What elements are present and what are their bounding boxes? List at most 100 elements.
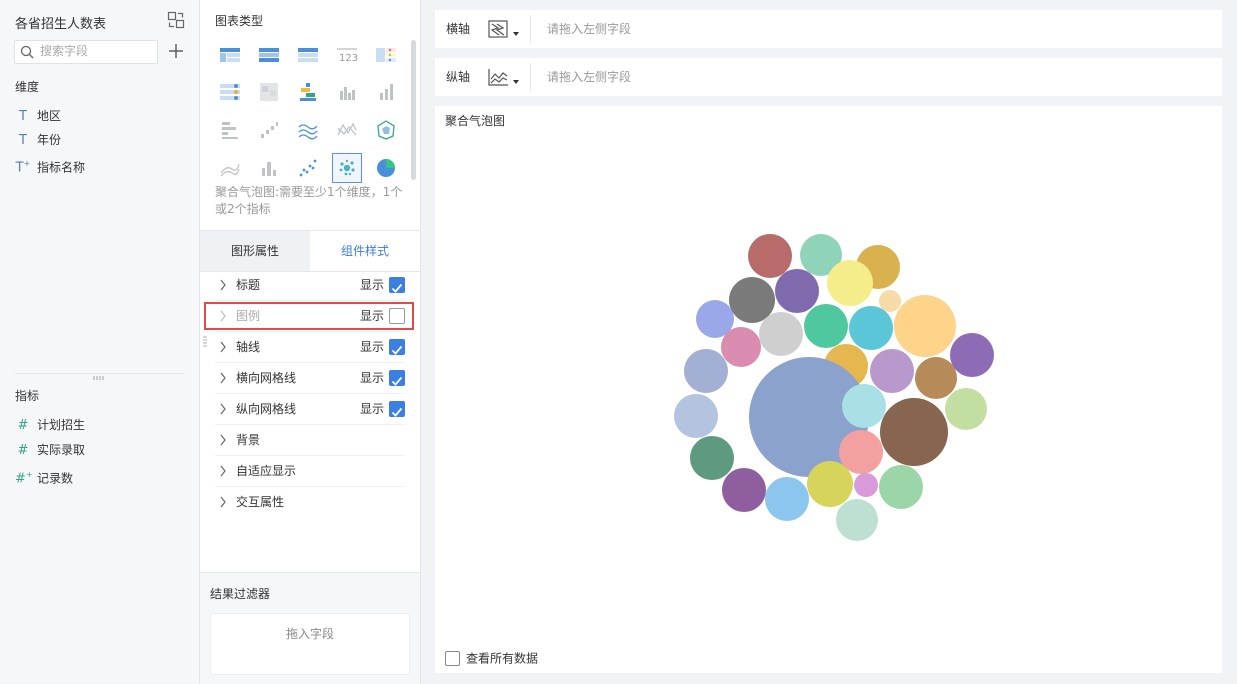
chart-type-kpi-card-icon[interactable] bbox=[371, 40, 401, 70]
bubble[interactable] bbox=[775, 269, 819, 313]
view-all-checkbox[interactable] bbox=[445, 651, 460, 666]
dimension-field-year[interactable]: T 年份 bbox=[15, 130, 61, 150]
chart-type-bar-horizontal-icon[interactable] bbox=[215, 115, 245, 145]
chart-type-scatter-icon[interactable] bbox=[293, 153, 323, 183]
chart-type-range-bar-icon[interactable] bbox=[254, 153, 284, 183]
chart-type-pie-icon[interactable] bbox=[371, 153, 401, 183]
property-show-label: 显示 bbox=[360, 278, 385, 292]
property-show-label: 显示 bbox=[360, 340, 385, 354]
axis-sort-icon[interactable] bbox=[487, 19, 523, 39]
measure-field-planned[interactable]: # 计划招生 bbox=[15, 415, 85, 435]
chart-type-grouped-bar-icon[interactable] bbox=[332, 77, 362, 107]
bubble[interactable] bbox=[879, 465, 923, 509]
filter-drop-zone[interactable]: 拖入字段 bbox=[210, 613, 410, 675]
bubble[interactable] bbox=[870, 349, 914, 393]
property-row-vertical-grid[interactable]: 纵向网格线 显示 bbox=[215, 394, 405, 425]
view-all-data[interactable]: 查看所有数据 bbox=[445, 650, 538, 666]
chart-type-aggregated-bubble-icon[interactable] bbox=[332, 153, 362, 183]
bubble[interactable] bbox=[722, 468, 766, 512]
chart-type-area-icon[interactable] bbox=[215, 153, 245, 183]
field-label: 年份 bbox=[37, 133, 62, 147]
bubble[interactable] bbox=[807, 461, 853, 507]
dataset-title: 各省招生人数表 bbox=[15, 17, 107, 32]
property-row-title[interactable]: 标题 显示 bbox=[215, 270, 405, 301]
property-label: 轴线 bbox=[236, 340, 261, 354]
field-label: 记录数 bbox=[37, 471, 74, 486]
dimension-field-indicator-name[interactable]: T+ 指标名称 bbox=[15, 154, 85, 175]
show-title-checkbox[interactable] bbox=[389, 277, 405, 293]
bubble[interactable] bbox=[690, 436, 734, 480]
property-row-adaptive-display[interactable]: 自适应显示 bbox=[215, 456, 405, 487]
chart-type-line-icon[interactable] bbox=[332, 115, 362, 145]
chart-type-kpi-number-icon[interactable]: 123 bbox=[332, 40, 362, 70]
number-field-calc-icon: #+ bbox=[15, 470, 33, 487]
bubble[interactable] bbox=[880, 398, 948, 466]
y-axis-bar: 纵轴 请拖入左侧字段 bbox=[435, 58, 1222, 96]
search-input[interactable] bbox=[40, 43, 152, 59]
bubble[interactable] bbox=[748, 234, 792, 278]
bubble[interactable] bbox=[945, 388, 987, 430]
bubble[interactable] bbox=[765, 477, 809, 521]
view-all-label: 查看所有数据 bbox=[466, 651, 539, 666]
dimension-field-region[interactable]: T 地区 bbox=[15, 106, 61, 126]
property-row-interaction[interactable]: 交互属性 bbox=[215, 487, 405, 517]
chart-type-crosstab-icon[interactable] bbox=[254, 40, 284, 70]
measure-field-record-count[interactable]: #+ 记录数 bbox=[15, 465, 74, 486]
property-row-horizontal-grid[interactable]: 横向网格线 显示 bbox=[215, 363, 405, 394]
chart-type-heatmap-icon[interactable] bbox=[254, 77, 284, 107]
chart-type-waterfall-icon[interactable] bbox=[254, 115, 284, 145]
panel-divider[interactable] bbox=[15, 373, 184, 374]
property-row-background[interactable]: 背景 bbox=[215, 425, 405, 456]
bubble[interactable] bbox=[950, 333, 994, 377]
chart-type-multi-line-icon[interactable] bbox=[293, 115, 323, 145]
tab-component-style[interactable]: 组件样式 bbox=[310, 231, 420, 271]
property-label: 标题 bbox=[236, 278, 261, 292]
measure-section-label: 指标 bbox=[15, 389, 40, 403]
x-axis-drop-zone[interactable]: 请拖入左侧字段 bbox=[547, 10, 631, 48]
property-row-axis-line[interactable]: 轴线 显示 bbox=[215, 332, 405, 363]
bubble[interactable] bbox=[894, 295, 956, 357]
show-vertical-grid-checkbox[interactable] bbox=[389, 401, 405, 417]
bubble[interactable] bbox=[827, 260, 873, 306]
bubble[interactable] bbox=[721, 327, 761, 367]
property-show-label: 显示 bbox=[360, 371, 385, 385]
number-field-icon: # bbox=[17, 418, 29, 433]
switch-dataset-icon[interactable] bbox=[167, 11, 185, 29]
field-search[interactable] bbox=[14, 40, 158, 64]
bubble[interactable] bbox=[849, 306, 893, 350]
property-label: 纵向网格线 bbox=[236, 402, 297, 416]
bubble[interactable] bbox=[684, 349, 728, 393]
y-axis-drop-zone[interactable]: 请拖入左侧字段 bbox=[547, 58, 631, 96]
tab-graphic-properties[interactable]: 图形属性 bbox=[200, 231, 310, 271]
bubble[interactable] bbox=[836, 499, 878, 541]
chevron-right-icon bbox=[220, 372, 226, 384]
x-axis-bar: 横轴 请拖入左侧字段 bbox=[435, 10, 1222, 48]
chart-type-scrollbar[interactable] bbox=[411, 40, 416, 180]
drag-handle-icon[interactable] bbox=[93, 376, 105, 380]
chart-type-column-icon[interactable] bbox=[371, 77, 401, 107]
add-field-icon[interactable] bbox=[168, 43, 184, 59]
chart-type-table-icon[interactable] bbox=[215, 40, 245, 70]
drag-grip-icon[interactable] bbox=[203, 336, 207, 348]
show-axis-line-checkbox[interactable] bbox=[389, 339, 405, 355]
bubble[interactable] bbox=[854, 473, 878, 497]
chart-type-stacked-bar-icon[interactable] bbox=[293, 77, 323, 107]
field-label: 计划招生 bbox=[37, 418, 86, 432]
chart-type-indicator-list-icon[interactable] bbox=[215, 77, 245, 107]
chart-type-detail-table-icon[interactable] bbox=[293, 40, 323, 70]
bubble[interactable] bbox=[842, 384, 886, 428]
text-field-calc-icon: T+ bbox=[15, 159, 31, 176]
chevron-right-icon bbox=[220, 465, 226, 477]
measure-field-admitted[interactable]: # 实际录取 bbox=[15, 440, 85, 460]
chart-type-radar-icon[interactable] bbox=[371, 115, 401, 145]
bubble[interactable] bbox=[879, 290, 901, 312]
bubble[interactable] bbox=[915, 357, 957, 399]
bubble[interactable] bbox=[674, 394, 718, 438]
dimension-section-label: 维度 bbox=[15, 80, 40, 94]
axis-separator bbox=[530, 15, 531, 43]
show-horizontal-grid-checkbox[interactable] bbox=[389, 370, 405, 386]
bubble[interactable] bbox=[729, 277, 775, 323]
bubble[interactable] bbox=[759, 312, 803, 356]
bubble[interactable] bbox=[804, 304, 848, 348]
axis-line-chart-icon[interactable] bbox=[487, 67, 523, 87]
